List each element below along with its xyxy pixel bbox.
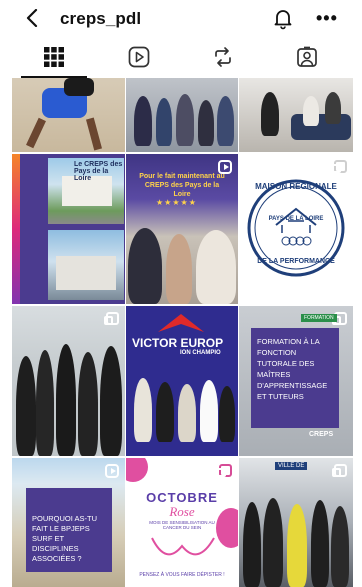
collage-caption: Le CREPS des Pays de la Loire bbox=[74, 161, 123, 182]
street-sign: VILLE DE bbox=[275, 462, 308, 470]
post-thumbnail-lounge[interactable] bbox=[239, 78, 353, 152]
person bbox=[303, 96, 319, 126]
person bbox=[166, 234, 192, 304]
person bbox=[287, 504, 307, 587]
person bbox=[100, 346, 122, 456]
person bbox=[217, 96, 234, 146]
person bbox=[128, 228, 162, 304]
repost-icon bbox=[215, 47, 231, 67]
building-photo-2 bbox=[48, 230, 124, 300]
post-thumbnail-basketball[interactable] bbox=[12, 78, 125, 152]
person bbox=[56, 344, 76, 456]
awareness-illustration bbox=[151, 537, 215, 556]
instagram-strip bbox=[12, 154, 20, 304]
player-leg bbox=[26, 117, 46, 149]
person bbox=[156, 382, 174, 442]
person bbox=[198, 100, 214, 146]
posts-grid: Le CREPS des Pays de la Loire Pour le fa… bbox=[12, 78, 353, 587]
post-thumbnail-surf[interactable]: POURQUOI AS-TU FAIT LE BPJEPS SURF ET DI… bbox=[12, 458, 125, 587]
person bbox=[156, 98, 172, 146]
stars-decoration: ★★★★★ bbox=[156, 198, 197, 207]
surf-question: POURQUOI AS-TU FAIT LE BPJEPS SURF ET DI… bbox=[32, 514, 98, 563]
profile-username: creps_pdl bbox=[60, 9, 142, 28]
formation-text: FORMATION À LA FONCTION TUTORALE DES MAÎ… bbox=[257, 337, 328, 401]
post-thumbnail-badminton-champions[interactable]: VICTOR EUROP ION CHAMPIO bbox=[126, 306, 238, 456]
person bbox=[311, 500, 329, 587]
post-thumbnail-cyclists[interactable]: VILLE DE bbox=[239, 458, 353, 587]
grid-icon bbox=[44, 47, 64, 67]
carousel-icon bbox=[104, 312, 119, 325]
carousel-icon bbox=[332, 160, 347, 173]
carousel-icon bbox=[217, 464, 232, 477]
octobre-title: OCTOBRE bbox=[146, 490, 218, 505]
person bbox=[243, 502, 261, 587]
pink-shape bbox=[126, 458, 148, 482]
carousel-icon bbox=[332, 464, 347, 477]
person bbox=[178, 384, 196, 442]
tab-grid[interactable] bbox=[21, 42, 87, 78]
top-bar: creps_pdl ••• bbox=[0, 0, 362, 36]
person bbox=[219, 386, 235, 442]
person bbox=[331, 506, 349, 587]
person bbox=[36, 350, 54, 456]
person bbox=[176, 94, 194, 146]
post-thumbnail-meeting[interactable]: Pour le fait maintenant au CREPS des Pay… bbox=[126, 154, 238, 304]
person bbox=[16, 356, 36, 456]
post-thumbnail-octobre-rose[interactable]: OCTOBRE Rose MOIS DE SENSIBILISATION AU … bbox=[126, 458, 238, 587]
building bbox=[56, 256, 116, 290]
post-thumbnail-group-indoor[interactable] bbox=[126, 78, 238, 152]
banner-title: VICTOR EUROP bbox=[132, 336, 224, 350]
person bbox=[78, 352, 98, 456]
notifications-bell-icon[interactable] bbox=[271, 6, 295, 30]
octobre-subtitle: MOIS DE SENSIBILISATION AU CANCER DU SEI… bbox=[149, 520, 215, 530]
post-caption: Pour le fait maintenant au CREPS des Pay… bbox=[139, 173, 225, 198]
person bbox=[134, 378, 152, 442]
seal-bottom-text: DE LA PERFORMANCE bbox=[257, 258, 335, 265]
building-photo: Le CREPS des Pays de la Loire bbox=[48, 158, 124, 224]
octobre-script: Rose bbox=[169, 504, 195, 519]
player-leg bbox=[85, 117, 103, 151]
seal-mid-text: PAYS DE LA LOIRE bbox=[268, 216, 324, 222]
person bbox=[200, 380, 218, 442]
post-thumbnail-logo-seal[interactable]: MAISON RÉGIONALE PAYS DE LA LOIRE DE LA … bbox=[239, 154, 353, 304]
back-arrow-icon[interactable] bbox=[22, 6, 42, 30]
octobre-footer: PENSEZ À VOUS FAIRE DÉPISTER ! bbox=[139, 572, 225, 578]
person bbox=[263, 498, 283, 587]
profile-tabs bbox=[0, 36, 362, 78]
person bbox=[325, 92, 341, 124]
reel-icon bbox=[105, 464, 119, 478]
tab-reels[interactable] bbox=[124, 42, 154, 72]
formation-tag: FORMATION bbox=[301, 314, 337, 322]
sofa bbox=[291, 114, 351, 140]
person bbox=[196, 230, 236, 304]
more-options-icon[interactable]: ••• bbox=[316, 8, 338, 29]
post-thumbnail-team-pool[interactable] bbox=[12, 306, 125, 456]
creps-brand: CREPS bbox=[309, 431, 334, 438]
reels-play-icon bbox=[128, 46, 150, 68]
tab-reposts[interactable] bbox=[208, 42, 238, 72]
victor-logo bbox=[158, 314, 204, 332]
person bbox=[261, 92, 279, 136]
tagged-person-icon bbox=[297, 46, 317, 67]
person bbox=[134, 96, 152, 146]
post-thumbnail-formation[interactable]: FORMATION FORMATION À LA FONCTION TUTORA… bbox=[239, 306, 353, 456]
formation-panel: FORMATION À LA FONCTION TUTORALE DES MAÎ… bbox=[251, 328, 339, 428]
banner-subtitle: ION CHAMPIO bbox=[180, 350, 221, 356]
seal-top-text: MAISON RÉGIONALE bbox=[255, 182, 337, 191]
player-jersey bbox=[64, 78, 94, 96]
post-thumbnail-building-collage[interactable]: Le CREPS des Pays de la Loire bbox=[12, 154, 125, 304]
surf-panel: POURQUOI AS-TU FAIT LE BPJEPS SURF ET DI… bbox=[26, 488, 112, 572]
tab-tagged[interactable] bbox=[292, 42, 322, 72]
